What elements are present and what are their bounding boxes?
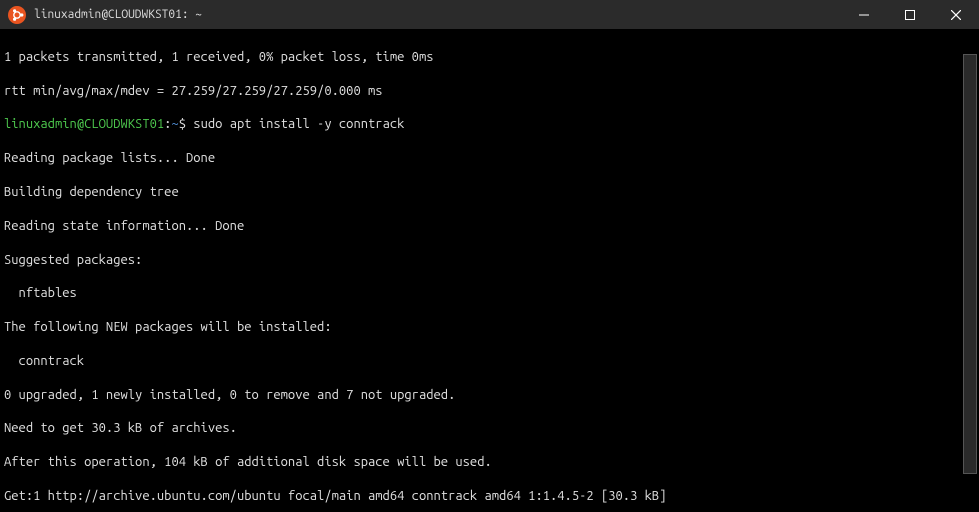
window-titlebar: linuxadmin@CLOUDWKST01: ~ [0, 0, 979, 30]
output-line: Need to get 30.3 kB of archives. [4, 420, 975, 437]
window-title: linuxadmin@CLOUDWKST01: ~ [34, 7, 841, 23]
maximize-button[interactable] [887, 0, 933, 29]
output-line: The following NEW packages will be insta… [4, 319, 975, 336]
output-line: Reading state information... Done [4, 218, 975, 235]
output-line: After this operation, 104 kB of addition… [4, 454, 975, 471]
output-line: 0 upgraded, 1 newly installed, 0 to remo… [4, 387, 975, 404]
output-line: Building dependency tree [4, 184, 975, 201]
window-controls [841, 0, 979, 29]
command-text: sudo apt install -y conntrack [193, 117, 404, 131]
output-line: Suggested packages: [4, 252, 975, 269]
prompt-path: ~ [171, 117, 178, 131]
prompt-user: linuxadmin@CLOUDWKST01 [4, 117, 164, 131]
terminal-body[interactable]: 1 packets transmitted, 1 received, 0% pa… [0, 30, 979, 512]
output-line: nftables [4, 285, 975, 302]
minimize-button[interactable] [841, 0, 887, 29]
output-line: Reading package lists... Done [4, 150, 975, 167]
close-button[interactable] [933, 0, 979, 29]
scrollbar[interactable] [963, 54, 977, 474]
prompt-line: linuxadmin@CLOUDWKST01:~$ sudo apt insta… [4, 116, 975, 133]
ubuntu-icon [8, 6, 26, 24]
output-line: 1 packets transmitted, 1 received, 0% pa… [4, 49, 975, 66]
output-line: rtt min/avg/max/mdev = 27.259/27.259/27.… [4, 83, 975, 100]
output-line: Get:1 http://archive.ubuntu.com/ubuntu f… [4, 488, 975, 505]
output-line: conntrack [4, 353, 975, 370]
